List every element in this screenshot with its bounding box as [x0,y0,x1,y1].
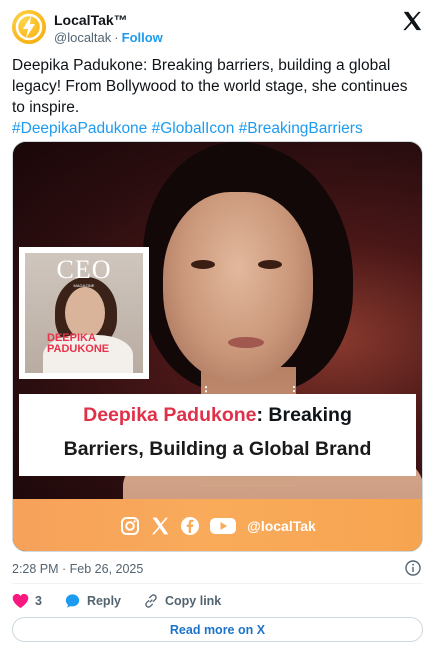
banner-line-1: Deepika Padukone: Breaking [19,404,416,427]
read-more-button[interactable]: Read more on X [12,617,423,642]
lightning-bolt-icon [15,13,43,41]
copy-link-label: Copy link [165,594,222,608]
magazine-subtitle: MAGAZINE [73,283,95,288]
banner-line-2: Barriers, Building a Global Brand [63,438,372,460]
banner-highlight: Deepika Padukone [83,404,257,426]
reply-bubble-icon [65,594,80,608]
info-icon[interactable] [405,560,421,576]
portrait-eye-left [191,260,215,269]
magazine-cover-name: DEEPIKA PADUKONE [47,333,109,355]
facebook-icon [179,515,201,537]
headline-banner: Deepika Padukone: Breaking Barriers, Bui… [19,394,416,476]
tweet-actions: 3 Reply Copy link [12,592,243,610]
tweet-header: LocalTak™ @localtak · Follow [12,10,423,50]
tweet-text: Deepika Padukone: Breaking barriers, bui… [12,55,424,139]
tweet-timestamp[interactable]: 2:28 PM · Feb 26, 2025 [12,562,143,576]
avatar[interactable] [12,10,46,44]
x-icon [149,515,171,537]
magazine-name-line2: PADUKONE [47,343,110,355]
handle-row: @localtak · Follow [54,30,163,45]
portrait-eye-right [258,260,282,269]
tweet-media-image[interactable]: CEO MAGAZINE DEEPIKA PADUKONE Deepika Pa… [12,141,423,552]
instagram-icon [119,515,141,537]
heart-icon [12,593,29,609]
banner-line1-rest: : Breaking [256,404,352,426]
handle-separator: · [114,30,119,45]
like-button[interactable]: 3 [12,593,42,609]
copy-link-button[interactable]: Copy link [143,593,221,609]
tweet-hashtags[interactable]: #DeepikaPadukone #GlobalIcon #BreakingBa… [12,118,424,139]
link-icon [145,594,157,608]
social-bar: @localTak [13,499,422,551]
display-name[interactable]: LocalTak™ [54,12,128,28]
magazine-cover-inner: CEO MAGAZINE DEEPIKA PADUKONE [25,253,143,373]
magazine-cover: CEO MAGAZINE DEEPIKA PADUKONE [19,247,149,379]
tweet-body: Deepika Padukone: Breaking barriers, bui… [12,57,408,116]
youtube-icon [209,515,237,537]
magazine-title: CEO [56,255,112,284]
social-handle: @localTak [247,518,316,534]
divider [12,583,423,584]
reply-label: Reply [86,594,121,608]
reply-button[interactable]: Reply [64,593,121,609]
name-row: LocalTak™ [54,12,128,28]
x-logo-icon[interactable] [401,10,423,32]
user-handle[interactable]: @localtak [54,30,111,45]
follow-button[interactable]: Follow [122,30,163,45]
portrait-lips [228,337,264,348]
portrait-face [163,192,313,382]
like-count: 3 [35,594,42,608]
